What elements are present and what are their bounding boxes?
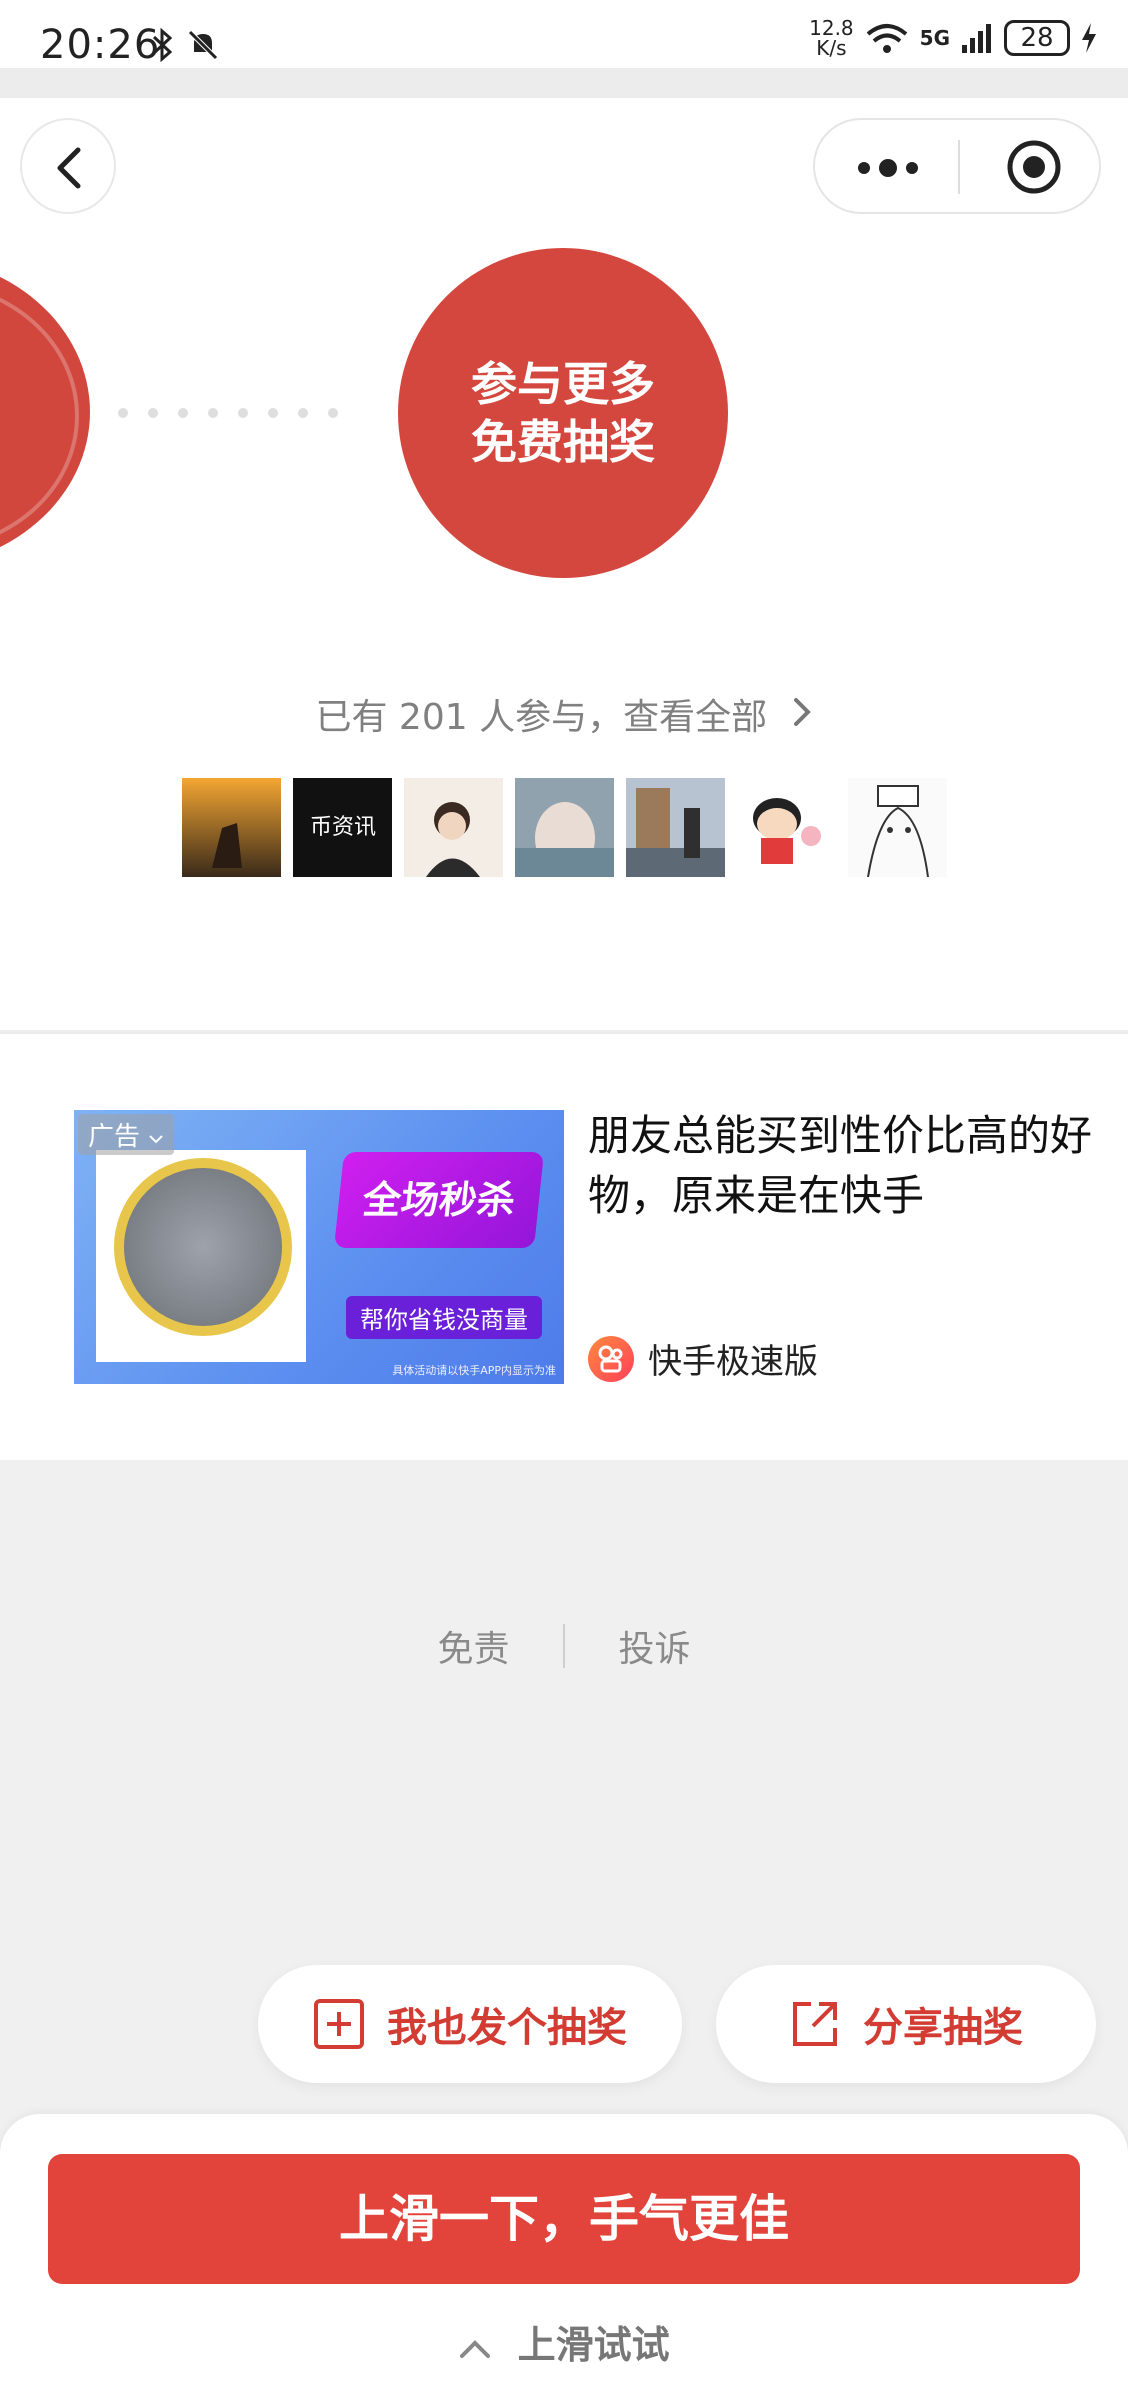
avatar-label: 币资讯 [310,815,376,840]
ad-brand-name: 快手极速版 [648,1342,818,1382]
status-time: 20:26 [40,22,161,68]
chevron-right-icon [793,698,811,726]
status-bar: 20:26 12.8 K/s 5G 28 [0,0,1128,68]
charging-icon [1082,23,1096,53]
add-square-icon [314,1999,364,2049]
dotted-connector [118,408,338,418]
participant-avatars: 币资讯 [182,778,947,877]
lottery-header: 参与更多免费抽奖 已有 201 人参与，查看全部 币资讯 [0,98,1128,1030]
avatar[interactable] [404,778,503,877]
status-right-icons: 12.8 K/s 5G 28 [809,18,1098,58]
status-gap [0,68,1128,98]
bluetooth-icon [152,27,173,63]
footer-divider [563,1624,565,1668]
share-lottery-button[interactable]: 分享抽奖 [716,1965,1096,2083]
avatar[interactable] [848,778,947,877]
create-lottery-label: 我也发个抽奖 [387,2005,627,2051]
capsule-divider [958,140,960,194]
swipe-hint-label: 上滑试试 [517,2323,670,2367]
more-lottery-button[interactable]: 参与更多免费抽奖 [398,248,728,578]
swipe-hint[interactable]: 上滑试试 [0,2314,1128,2369]
chevron-up-icon [460,2339,491,2358]
ad-image[interactable]: 广告 全场秒杀 帮你省钱没商量 具体活动请以快手APP内显示为准 [74,1110,564,1384]
more-lottery-label: 参与更多免费抽奖 [471,357,655,469]
avatar[interactable] [182,778,281,877]
ad-sub-banner: 帮你省钱没商量 [346,1296,542,1339]
status-left-icons [150,27,220,70]
more-dots-icon [858,159,918,177]
avatar[interactable]: 币资讯 [293,778,392,877]
ad-brand[interactable]: 快手极速版 [588,1334,818,1383]
wifi-icon [866,24,907,53]
chevron-left-icon [57,147,81,189]
ad-card[interactable]: 广告 全场秒杀 帮你省钱没商量 具体活动请以快手APP内显示为准 朋友总能买到性… [0,1032,1128,1460]
close-button[interactable] [1005,138,1063,200]
footer-links: 免责 投诉 [0,1620,1128,1672]
mini-program-capsule [813,118,1101,214]
avatar[interactable] [515,778,614,877]
ad-product-image [114,1158,292,1336]
ad-tag[interactable]: 广告 [78,1114,175,1155]
disclaimer-link[interactable]: 免责 [438,1620,510,1672]
participants-link[interactable]: 已有 201 人参与，查看全部 [0,688,1128,740]
network-speed: 12.8 K/s [809,16,854,60]
target-icon [1007,140,1061,194]
back-button[interactable] [20,118,116,214]
more-button[interactable] [855,150,921,190]
create-lottery-button[interactable]: 我也发个抽奖 [258,1965,682,2083]
ad-title[interactable]: 朋友总能买到性价比高的好物，原来是在快手 [588,1106,1108,1226]
kuaishou-icon [588,1335,634,1382]
participants-text: 已有 201 人参与，查看全部 [315,697,768,738]
bell-off-icon [187,30,218,60]
share-icon [793,2002,837,2046]
battery-indicator: 28 [1004,20,1070,56]
chevron-down-icon [149,1135,163,1144]
swipe-up-button[interactable]: 上滑一下，手气更佳 [48,2154,1080,2284]
avatar[interactable] [737,778,836,877]
share-lottery-label: 分享抽奖 [863,2005,1023,2051]
ad-sale-banner: 全场秒杀 [333,1152,545,1248]
bottom-panel: 上滑一下，手气更佳 上滑试试 [0,2114,1128,2400]
network-type: 5G [919,26,950,50]
complain-link[interactable]: 投诉 [618,1620,690,1672]
avatar[interactable] [626,778,725,877]
signal-icon [962,24,991,53]
ad-fine-print: 具体活动请以快手APP内显示为准 [392,1364,556,1377]
